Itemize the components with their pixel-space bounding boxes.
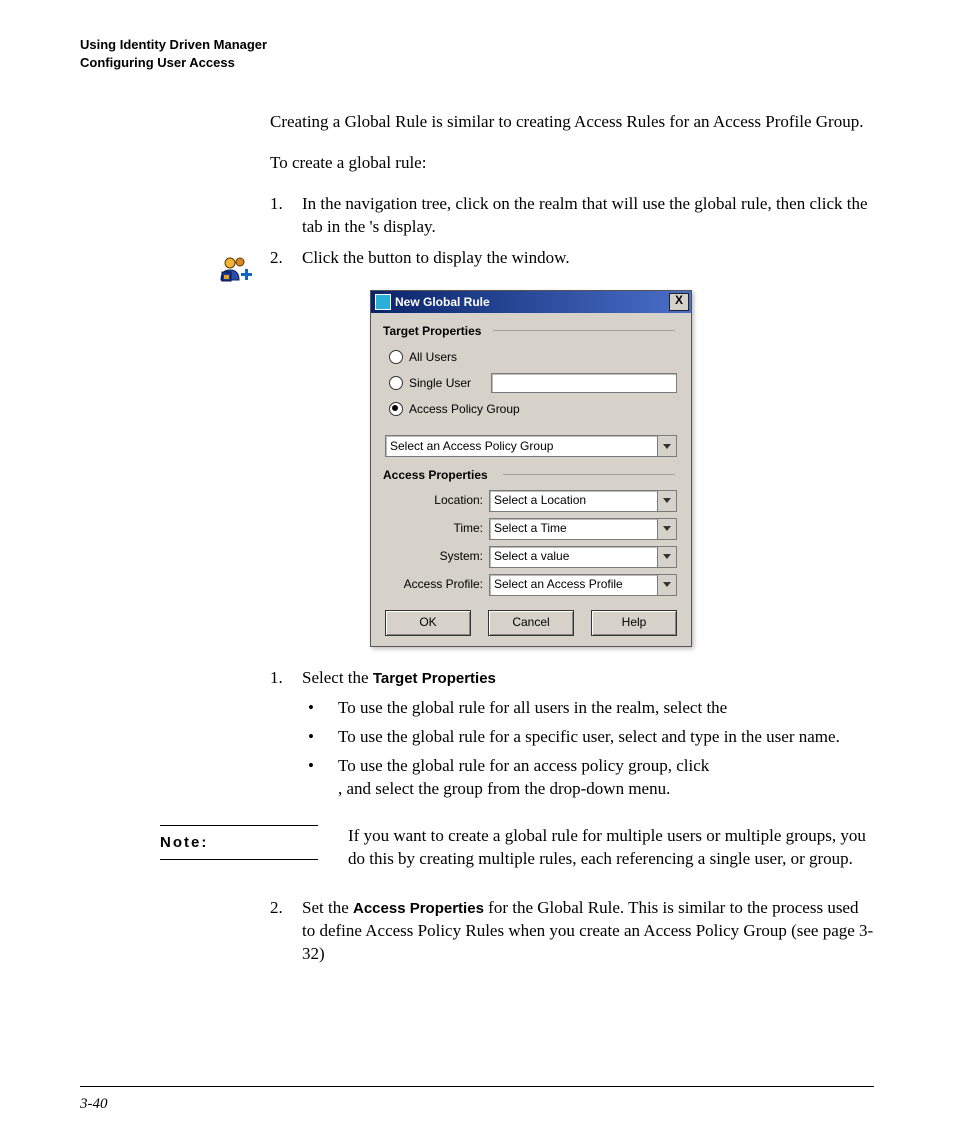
access-properties-label: Access Properties	[383, 467, 681, 483]
access-profile-select[interactable]: Select an Access Profile	[489, 574, 677, 596]
set-access-properties-step: 2. Set the Access Properties for the Glo…	[270, 897, 874, 966]
dropdown-arrow-icon[interactable]	[657, 519, 676, 539]
access-profile-label: Access Profile:	[385, 576, 489, 592]
target-properties-label: Target Properties	[383, 323, 681, 339]
access-policy-group-select[interactable]: Select an Access Policy Group	[385, 435, 677, 457]
radio-single-user-label: Single User	[409, 375, 471, 391]
system-select[interactable]: Select a value	[489, 546, 677, 568]
cancel-button[interactable]: Cancel	[488, 610, 574, 636]
intro-para-2: To create a global rule:	[270, 152, 874, 175]
dropdown-arrow-icon[interactable]	[657, 575, 676, 595]
note-text: If you want to create a global rule for …	[348, 825, 874, 871]
dropdown-arrow-icon[interactable]	[657, 547, 676, 567]
time-select[interactable]: Select a Time	[489, 518, 677, 540]
help-button[interactable]: Help	[591, 610, 677, 636]
radio-apg-row[interactable]: Access Policy Group	[389, 401, 677, 417]
page-number: 3-40	[80, 1096, 108, 1113]
dropdown-arrow-icon[interactable]	[657, 491, 676, 511]
radio-all-users-row[interactable]: All Users	[389, 349, 677, 365]
page-header: Using Identity Driven Manager Configurin…	[80, 36, 874, 71]
radio-apg-label: Access Policy Group	[409, 401, 520, 417]
radio-all-users[interactable]	[389, 350, 403, 364]
bullet-single-user: • To use the global rule for a specific …	[302, 726, 874, 749]
new-global-rule-dialog: New Global Rule X Target Properties All …	[370, 290, 692, 647]
dropdown-arrow-icon[interactable]	[657, 436, 676, 456]
single-user-input[interactable]	[491, 373, 677, 393]
radio-access-policy-group[interactable]	[389, 402, 403, 416]
intro-para-1: Creating a Global Rule is similar to cre…	[270, 111, 874, 134]
location-label: Location:	[385, 492, 489, 508]
time-label: Time:	[385, 520, 489, 536]
location-select[interactable]: Select a Location	[489, 490, 677, 512]
radio-single-user[interactable]	[389, 376, 403, 390]
dialog-title: New Global Rule	[395, 294, 490, 310]
close-button[interactable]: X	[669, 293, 689, 311]
header-line2: Configuring User Access	[80, 54, 874, 72]
note-label: Note:	[160, 825, 318, 860]
dialog-titlebar: New Global Rule X	[371, 291, 691, 313]
step-2: 2. Click the button to display the windo…	[270, 247, 874, 270]
system-label: System:	[385, 548, 489, 564]
step-1: 1. In the navigation tree, click on the …	[270, 193, 874, 239]
bullet-apg: • To use the global rule for an access p…	[302, 755, 874, 801]
select-target-step: 1. Select the Target Properties • To use…	[270, 667, 874, 808]
add-global-rule-icon	[218, 256, 252, 286]
ok-button[interactable]: OK	[385, 610, 471, 636]
header-line1: Using Identity Driven Manager	[80, 36, 874, 54]
bullet-all-users: • To use the global rule for all users i…	[302, 697, 874, 720]
footer-divider	[80, 1086, 874, 1087]
radio-all-users-label: All Users	[409, 349, 457, 365]
radio-single-user-row[interactable]: Single User	[389, 373, 677, 393]
dialog-icon	[375, 294, 391, 310]
